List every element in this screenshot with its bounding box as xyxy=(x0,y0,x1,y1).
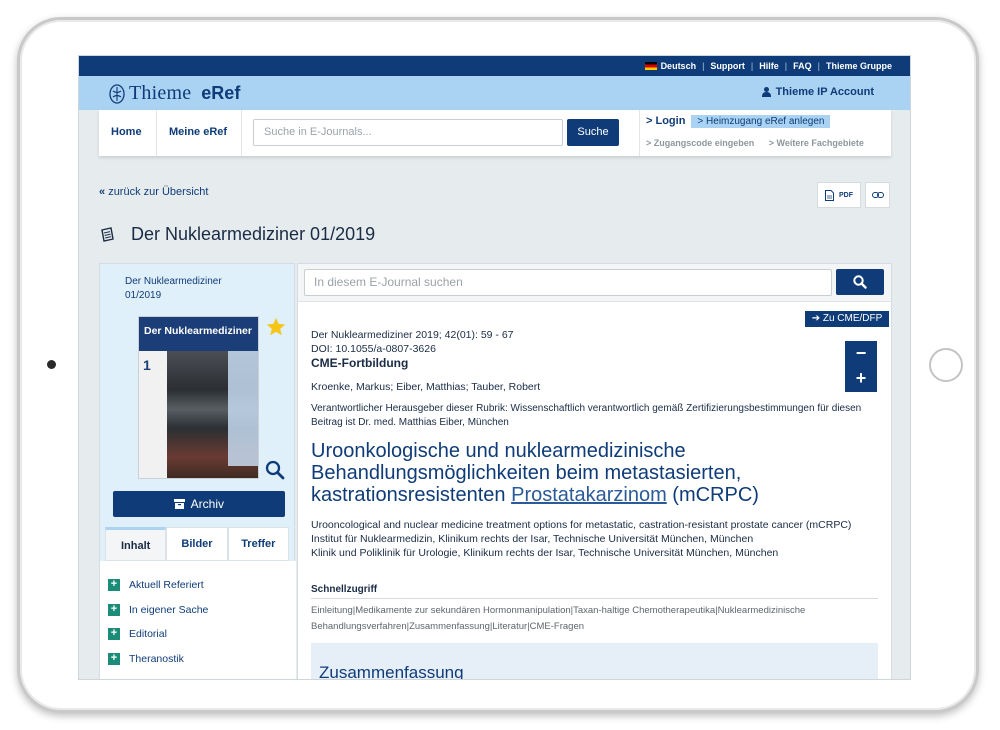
global-search-input[interactable]: Suche in E-Journals... xyxy=(253,119,563,146)
journal-cover-image[interactable]: Der Nuklearmediziner 1 xyxy=(138,316,259,479)
hilfe-link[interactable]: Hilfe xyxy=(759,61,779,71)
heimzugang-link[interactable]: > Heimzugang eRef anlegen xyxy=(691,115,831,128)
link-button[interactable] xyxy=(865,182,890,208)
zugangscode-link[interactable]: > Zugangscode eingeben xyxy=(646,138,754,148)
article-panel: In diesem E-Journal suchen ➔ Zu CME/DFP … xyxy=(297,263,892,679)
pdf-button[interactable]: PDF xyxy=(817,182,861,208)
expand-plus-icon[interactable]: + xyxy=(108,628,120,641)
nav-meine-eref[interactable]: Meine eRef xyxy=(157,110,242,156)
brand-header: Thieme eRef Thieme IP Account xyxy=(79,76,910,110)
quick-access-links[interactable]: Einleitung|Medikamente zur sekundären Ho… xyxy=(311,603,881,635)
pdf-label: PDF xyxy=(839,191,853,199)
expand-plus-icon[interactable]: + xyxy=(108,652,120,665)
cover-title: Der Nuklearmediziner xyxy=(139,317,258,351)
brand-name: Thieme xyxy=(129,82,192,104)
article-title: Uroonkologische und nuklearmedizinische … xyxy=(311,440,851,506)
thieme-logo[interactable]: Thieme eRef xyxy=(109,82,240,105)
archiv-label: Archiv xyxy=(190,497,224,511)
sidebar-issue-title[interactable]: Der Nuklearmediziner 01/2019 xyxy=(125,275,255,303)
account-link[interactable]: Thieme IP Account xyxy=(761,86,874,98)
citation: Der Nuklearmediziner 2019; 42(01): 59 - … xyxy=(311,329,514,341)
toc-item-theranostik[interactable]: + Theranostik xyxy=(100,647,296,672)
affiliation-2: Klinik und Poliklinik für Urologie, Klin… xyxy=(311,547,779,559)
login-area: > Login > Heimzugang eRef anlegen > Zuga… xyxy=(639,110,891,156)
title-text-2: (mCRPC) xyxy=(666,484,759,506)
fachgebiete-link[interactable]: > Weitere Fachgebiete xyxy=(769,138,864,148)
archiv-button[interactable]: Archiv xyxy=(113,491,285,517)
product-name: eRef xyxy=(201,83,241,103)
cover-side-panel xyxy=(228,351,258,466)
journal-search-input[interactable]: In diesem E-Journal suchen xyxy=(304,269,832,296)
expand-plus-icon[interactable]: + xyxy=(108,603,120,616)
decrease-font-button[interactable]: − xyxy=(845,341,877,366)
toc-item-editorial[interactable]: + Editorial xyxy=(100,622,296,647)
sidebar-tabs: Inhalt Bilder Treffer xyxy=(105,527,289,561)
toc-item-label: Theranostik xyxy=(129,652,184,665)
pdf-file-icon xyxy=(825,189,834,201)
increase-font-button[interactable]: + xyxy=(845,366,877,391)
journal-search-bar: In diesem E-Journal suchen xyxy=(298,264,891,302)
tab-bilder[interactable]: Bilder xyxy=(166,527,228,561)
german-flag-icon xyxy=(644,62,657,70)
schnellzugriff-heading: Schnellzugriff xyxy=(311,584,878,599)
back-link-label: zurück zur Übersicht xyxy=(108,186,209,198)
main-nav: Home Meine eRef Suche in E-Journals... S… xyxy=(99,110,891,156)
nav-home[interactable]: Home xyxy=(99,110,157,156)
english-title: Urooncological and nuclear medicine trea… xyxy=(311,519,852,531)
tab-treffer[interactable]: Treffer xyxy=(227,527,289,561)
favorite-star-icon[interactable] xyxy=(265,316,287,338)
font-size-control: − + xyxy=(845,341,877,392)
archive-box-icon xyxy=(173,499,185,509)
thieme-gruppe-link[interactable]: Thieme Gruppe xyxy=(826,61,892,71)
global-search-button[interactable]: Suche xyxy=(567,119,619,146)
cover-issue-number: 1 xyxy=(143,357,151,373)
chain-link-icon xyxy=(871,192,884,198)
journal-search-button[interactable] xyxy=(836,269,884,295)
language-link[interactable]: Deutsch xyxy=(661,61,697,71)
article-category: CME-Fortbildung xyxy=(311,356,409,370)
summary-section-heading: Zusammenfassung xyxy=(311,643,878,679)
tablet-home-button[interactable] xyxy=(929,348,963,382)
thieme-emblem-icon xyxy=(109,83,125,104)
affiliation-1: Institut für Nuklearmedizin, Klinikum re… xyxy=(311,533,754,545)
tablet-camera xyxy=(47,360,56,369)
doi[interactable]: DOI: 10.1055/a-0807-3626 xyxy=(311,342,514,356)
double-chevron-left-icon: « xyxy=(99,186,106,198)
title-keyword-link[interactable]: Prostatakarzinom xyxy=(511,484,667,506)
expand-plus-icon[interactable]: + xyxy=(108,579,120,592)
cme-dfp-label: Zu CME/DFP xyxy=(822,313,883,324)
back-to-overview-link[interactable]: « zurück zur Übersicht xyxy=(99,186,208,198)
browser-screen: Deutsch | Support | Hilfe | FAQ | Thieme… xyxy=(78,55,911,680)
login-link[interactable]: > Login xyxy=(646,115,685,128)
issue-sidebar: Der Nuklearmediziner 01/2019 Der Nuklear… xyxy=(99,263,296,679)
article-authors: Kroenke, Markus; Eiber, Matthias; Tauber… xyxy=(311,381,541,393)
support-link[interactable]: Support xyxy=(710,61,745,71)
toc-item-in-eigener-sache[interactable]: + In eigener Sache xyxy=(100,598,296,623)
journal-title: Der Nuklearmediziner 01/2019 xyxy=(131,224,376,244)
user-icon xyxy=(761,87,771,97)
tab-inhalt[interactable]: Inhalt xyxy=(105,527,167,561)
toc-item-label: In eigener Sache xyxy=(129,603,209,616)
toc-item-aktuell-referiert[interactable]: + Aktuell Referiert xyxy=(100,573,296,598)
arrow-right-icon: ➔ xyxy=(811,313,821,324)
editor-note: Verantwortlicher Herausgeber dieser Rubr… xyxy=(311,403,862,428)
search-icon xyxy=(853,275,867,289)
account-label: Thieme IP Account xyxy=(775,86,874,98)
journal-heading: Der Nuklearmediziner 01/2019 xyxy=(99,224,375,245)
utility-bar: Deutsch | Support | Hilfe | FAQ | Thieme… xyxy=(79,56,910,76)
faq-link[interactable]: FAQ xyxy=(793,61,812,71)
toc-item-label: Editorial xyxy=(129,628,167,641)
journal-book-icon xyxy=(101,226,114,242)
article-meta: Der Nuklearmediziner 2019; 42(01): 59 - … xyxy=(311,328,514,356)
article-english-title: Urooncological and nuclear medicine trea… xyxy=(311,518,871,560)
table-of-contents: + Aktuell Referiert + In eigener Sache +… xyxy=(100,561,296,679)
toc-item-label: Aktuell Referiert xyxy=(129,579,204,592)
cme-dfp-button[interactable]: ➔ Zu CME/DFP xyxy=(805,311,889,327)
zoom-cover-icon[interactable] xyxy=(265,460,285,480)
